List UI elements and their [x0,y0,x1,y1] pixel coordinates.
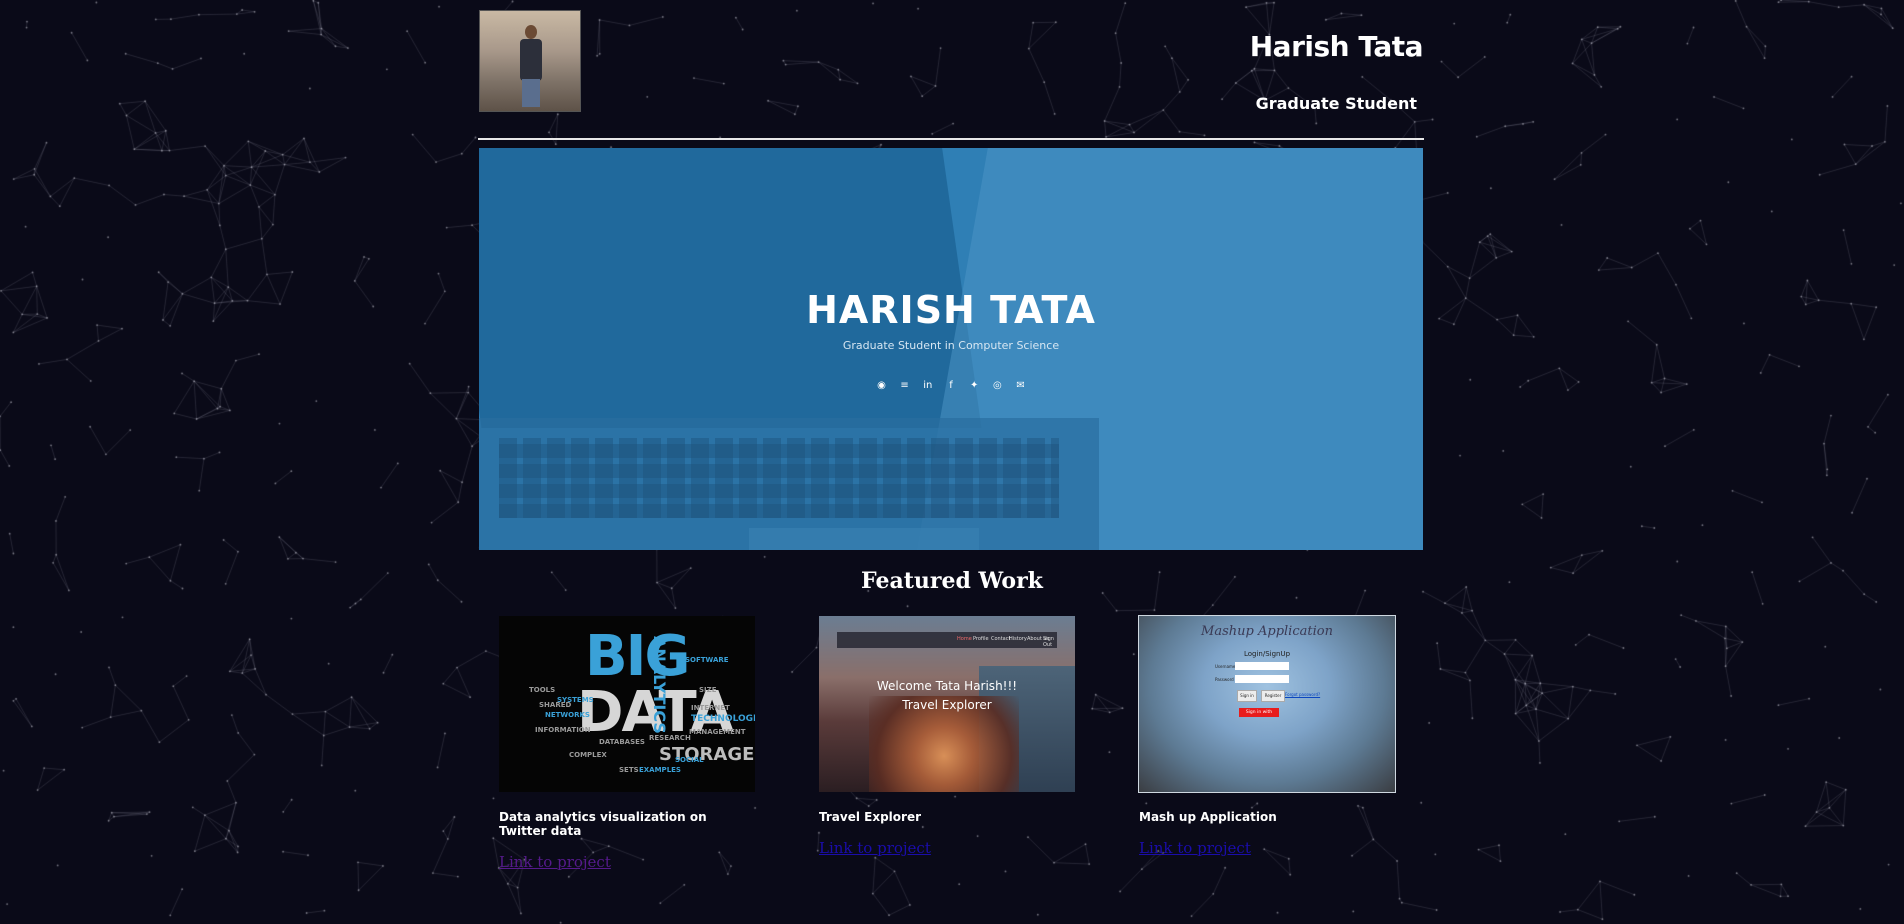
thumb-app-title: Mashup Application [1201,624,1333,639]
stackoverflow-icon[interactable]: ≡ [898,380,912,391]
thumb-nav-item: Contact [991,636,1011,642]
thumb-word: SIZE [699,686,717,694]
thumb-word: SOFTWARE [685,656,729,664]
thumb-word: RESEARCH [649,734,691,742]
project-card-data-analytics: BIG DATA ANALYTICS STORAGE SOFTWARE SIZE… [499,616,757,871]
thumb-word: TECHNOLOGIES [691,714,755,724]
thumb-word: COMPLEX [569,751,607,759]
thumb-welcome-text: Welcome Tata Harish!!! [876,679,1018,693]
facebook-icon[interactable]: f [944,380,958,391]
hero-banner: HARISH TATA Graduate Student in Computer… [479,148,1423,550]
thumb-word: MANAGEMENT [689,728,746,736]
project-thumbnail-travel: Home Profile Contact History About us Si… [819,616,1075,792]
thumb-word: SETS [619,766,639,774]
twitter-icon[interactable]: ✦ [967,380,981,391]
project-link[interactable]: Link to project [1139,839,1397,857]
thumb-navbar: Home Profile Contact History About us Si… [837,632,1057,648]
project-caption: Mash up Application [1139,810,1277,824]
thumb-forgot-link: Forgot password? [1285,692,1321,697]
thumb-word: NETWORKS [545,711,590,719]
project-card-mashup: Mashup Application Login/SignUp Username… [1138,615,1397,857]
thumb-username-label: Username [1215,664,1236,669]
project-caption: Data analytics visualization on Twitter … [499,810,707,838]
hero-subtitle: Graduate Student in Computer Science [842,339,1060,352]
hero-laptop-keys [499,438,1059,518]
thumb-nav-item: Sign Out [1043,636,1054,648]
thumb-signin-button: Sign in [1237,690,1257,702]
thumb-word: DATABASES [599,738,645,746]
thumb-nav-item: History [1009,636,1027,642]
github-icon[interactable]: ◉ [874,380,888,391]
header-divider [478,138,1424,140]
thumb-word-analytics: ANALYTICS [650,636,669,734]
thumb-word: EXAMPLES [639,766,681,774]
thumb-password-field [1235,675,1289,683]
thumb-word-storage: STORAGE [659,744,755,765]
thumb-word: TOOLS [529,686,556,694]
social-links: ◉ ≡ in f ✦ ◎ ✉ [479,380,1423,391]
thumb-word: INTERNET [691,704,730,712]
project-link[interactable]: Link to project [499,853,757,871]
thumb-word: SHARED [539,701,572,709]
project-card-travel-explorer: Home Profile Contact History About us Si… [819,616,1077,857]
featured-work-heading: Featured Work [861,568,1043,594]
page-title: Harish Tata [1249,30,1424,63]
profile-photo-legs [522,79,540,107]
project-thumbnail-mashup: Mashup Application Login/SignUp Username… [1138,615,1396,793]
project-link[interactable]: Link to project [819,839,1077,857]
thumb-signin-with: Sign in with [1239,708,1279,717]
project-thumbnail-bigdata: BIG DATA ANALYTICS STORAGE SOFTWARE SIZE… [499,616,755,792]
profile-photo-body [520,39,542,81]
thumb-login-heading: Login/SignUp [1243,650,1291,658]
header: Harish Tata Graduate Student [479,10,1424,138]
portfolio-page: Harish Tata Graduate Student HARISH TATA… [0,0,1904,924]
hero-title: HARISH TATA [806,288,1096,332]
email-icon[interactable]: ✉ [1014,380,1028,391]
thumb-password-label: Password [1215,677,1234,682]
linkedin-icon[interactable]: in [921,380,935,391]
thumb-word: INFORMATION [535,726,591,734]
thumb-nav-item: Home [957,636,972,642]
thumb-register-button: Register [1261,690,1285,702]
subtitle-role: Graduate Student [1255,94,1417,113]
thumb-nav-item: Profile [973,636,989,642]
profile-photo-head [525,25,537,39]
hero-laptop-trackpad [749,528,979,550]
project-caption: Travel Explorer [819,810,921,824]
instagram-icon[interactable]: ◎ [990,380,1004,391]
thumb-subtitle: Travel Explorer [902,698,992,712]
thumb-username-field [1235,662,1289,670]
profile-photo [479,10,581,112]
thumb-word: SOCIAL [675,756,704,764]
